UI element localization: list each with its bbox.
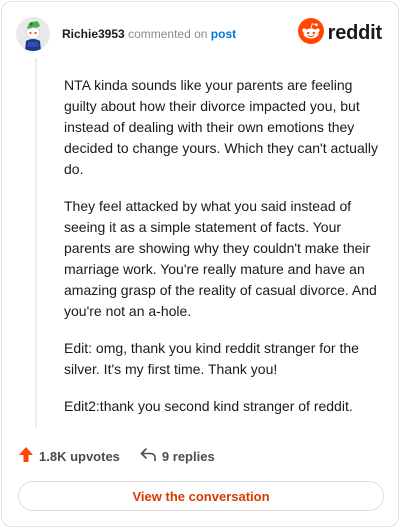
comment-header: Richie3953 commented on post reddit [16,16,384,52]
replies-button[interactable]: 9 replies [140,447,215,465]
username-link[interactable]: Richie3953 [62,27,125,41]
upvote-count: 1.8K upvotes [39,448,120,464]
reddit-snoo-logo-icon [297,18,324,49]
comment-paragraph: Edit: omg, thank you kind reddit strange… [64,340,359,377]
comment-paragraph: NTA kinda sounds like your parents are f… [64,77,378,177]
post-link[interactable]: post [211,27,236,41]
comment-meta: Richie3953 commented on post [62,26,236,42]
reddit-brand[interactable]: reddit [297,18,383,49]
thread-line [35,58,37,428]
comment-card: Richie3953 commented on post reddit NTA … [1,1,399,527]
upvote-arrow-icon [18,446,34,466]
replies-count: 9 replies [161,448,215,464]
reply-arrow-icon [140,447,157,465]
reddit-wordmark: reddit [327,22,383,44]
upvote-button[interactable]: 1.8K upvotes [18,446,120,466]
comment-paragraph: Edit2:thank you second kind stranger of … [64,398,353,414]
snoo-avatar-icon[interactable] [16,17,50,51]
comment-paragraph: They feel attacked by what you said inst… [64,198,377,319]
comment-body: NTA kinda sounds like your parents are f… [64,75,384,433]
comment-actions: 1.8K upvotes 9 replies [18,446,215,466]
view-conversation-button[interactable]: View the conversation [18,481,384,511]
commented-on-label: commented on [128,27,208,41]
